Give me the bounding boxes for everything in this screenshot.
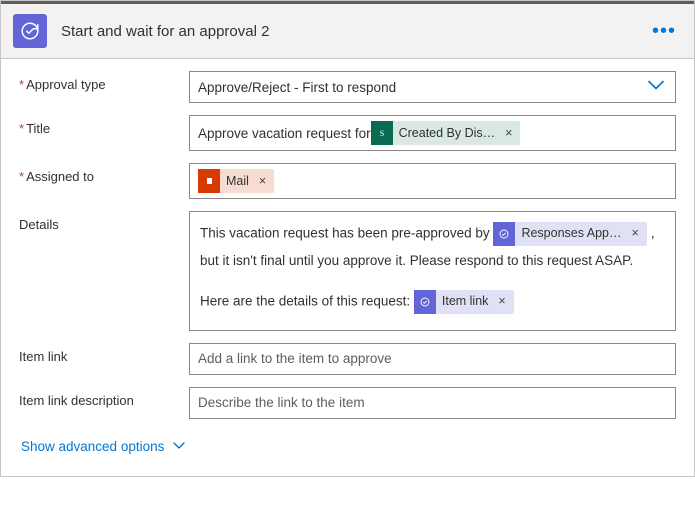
details-text-1a: This vacation request has been pre-appro…: [200, 225, 493, 240]
svg-text:S: S: [379, 129, 383, 138]
label-item-link: Item link: [19, 343, 189, 364]
card-header[interactable]: Start and wait for an approval 2 •••: [1, 1, 694, 59]
label-item-link-desc: Item link description: [19, 387, 189, 408]
card-body: Approval type Approve/Reject - First to …: [1, 59, 694, 476]
item-link-desc-input[interactable]: [198, 393, 667, 412]
row-item-link: Item link: [19, 343, 676, 375]
token-label: Responses App…: [515, 222, 629, 246]
chevron-down-icon: [647, 80, 665, 95]
sharepoint-icon: S: [371, 121, 393, 145]
approvals-icon: [493, 222, 515, 246]
token-remove-icon[interactable]: ×: [496, 290, 513, 314]
token-remove-icon[interactable]: ×: [630, 222, 647, 246]
title-prefix-text: Approve vacation request for: [198, 126, 371, 141]
token-created-by[interactable]: S Created By Dis… ×: [371, 121, 521, 145]
approvals-icon: [414, 290, 436, 314]
approvals-logo-icon: [13, 14, 47, 48]
token-label: Mail: [220, 174, 257, 188]
row-details: Details This vacation request has been p…: [19, 211, 676, 331]
details-input[interactable]: This vacation request has been pre-appro…: [189, 211, 676, 331]
token-label: Created By Dis…: [393, 126, 504, 140]
title-input[interactable]: Approve vacation request for S Created B…: [189, 115, 676, 151]
details-text-1b: ,: [651, 225, 655, 240]
details-text-2: but it isn't final until you approve it.…: [200, 248, 665, 274]
item-link-field: [189, 343, 676, 375]
token-item-link[interactable]: Item link ×: [414, 290, 514, 314]
card-menu-button[interactable]: •••: [648, 26, 680, 36]
label-approval-type: Approval type: [19, 71, 189, 92]
show-advanced-options-button[interactable]: Show advanced options: [19, 431, 188, 472]
office-icon: [198, 169, 220, 193]
card-title: Start and wait for an approval 2: [61, 23, 269, 40]
row-approval-type: Approval type Approve/Reject - First to …: [19, 71, 676, 103]
assigned-to-input[interactable]: Mail ×: [189, 163, 676, 199]
token-mail[interactable]: Mail ×: [198, 169, 274, 193]
row-title: Title Approve vacation request for S Cre…: [19, 115, 676, 151]
approval-type-select[interactable]: Approve/Reject - First to respond: [189, 71, 676, 103]
label-assigned-to: Assigned to: [19, 163, 189, 184]
chevron-down-icon: [172, 441, 186, 451]
label-details: Details: [19, 211, 189, 232]
token-label: Item link: [436, 290, 497, 314]
show-advanced-label: Show advanced options: [21, 439, 164, 454]
token-responses-app[interactable]: Responses App… ×: [493, 222, 646, 246]
row-item-link-desc: Item link description: [19, 387, 676, 419]
token-remove-icon[interactable]: ×: [503, 126, 520, 140]
token-remove-icon[interactable]: ×: [257, 174, 274, 188]
approval-type-value: Approve/Reject - First to respond: [198, 80, 396, 95]
item-link-desc-field: [189, 387, 676, 419]
label-title: Title: [19, 115, 189, 136]
item-link-input[interactable]: [198, 349, 667, 368]
approval-action-card: Start and wait for an approval 2 ••• App…: [0, 0, 695, 477]
row-assigned-to: Assigned to Mail ×: [19, 163, 676, 199]
details-text-3a: Here are the details of this request:: [200, 293, 414, 308]
spacer: [200, 274, 665, 288]
